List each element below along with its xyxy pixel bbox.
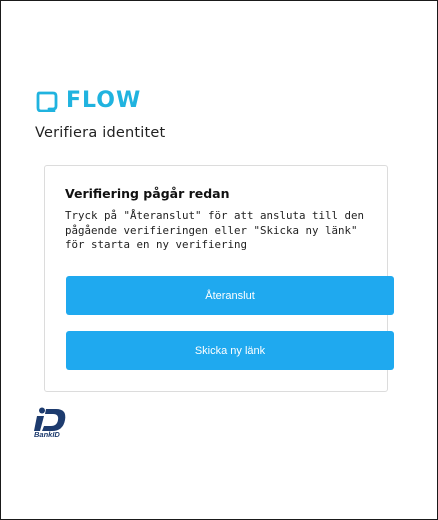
bankid-label: BankID [34,430,60,439]
brand-logo: FLOW [35,90,141,112]
verification-card: Verifiering pågår redan Tryck på "Återan… [44,165,394,392]
send-new-link-button[interactable]: Skicka ny länk [66,331,394,370]
card-message: Tryck på "Återanslut" för att ansluta ti… [65,209,365,251]
app-window: FLOW Verifiera identitet Verifiering påg… [0,0,438,520]
flow-logo-icon [36,91,58,112]
reconnect-button[interactable]: Återanslut [66,276,394,315]
page-title: Verifiera identitet [35,125,166,141]
brand-wordmark: FLOW [66,88,142,113]
card-heading: Verifiering pågår redan [65,186,230,201]
